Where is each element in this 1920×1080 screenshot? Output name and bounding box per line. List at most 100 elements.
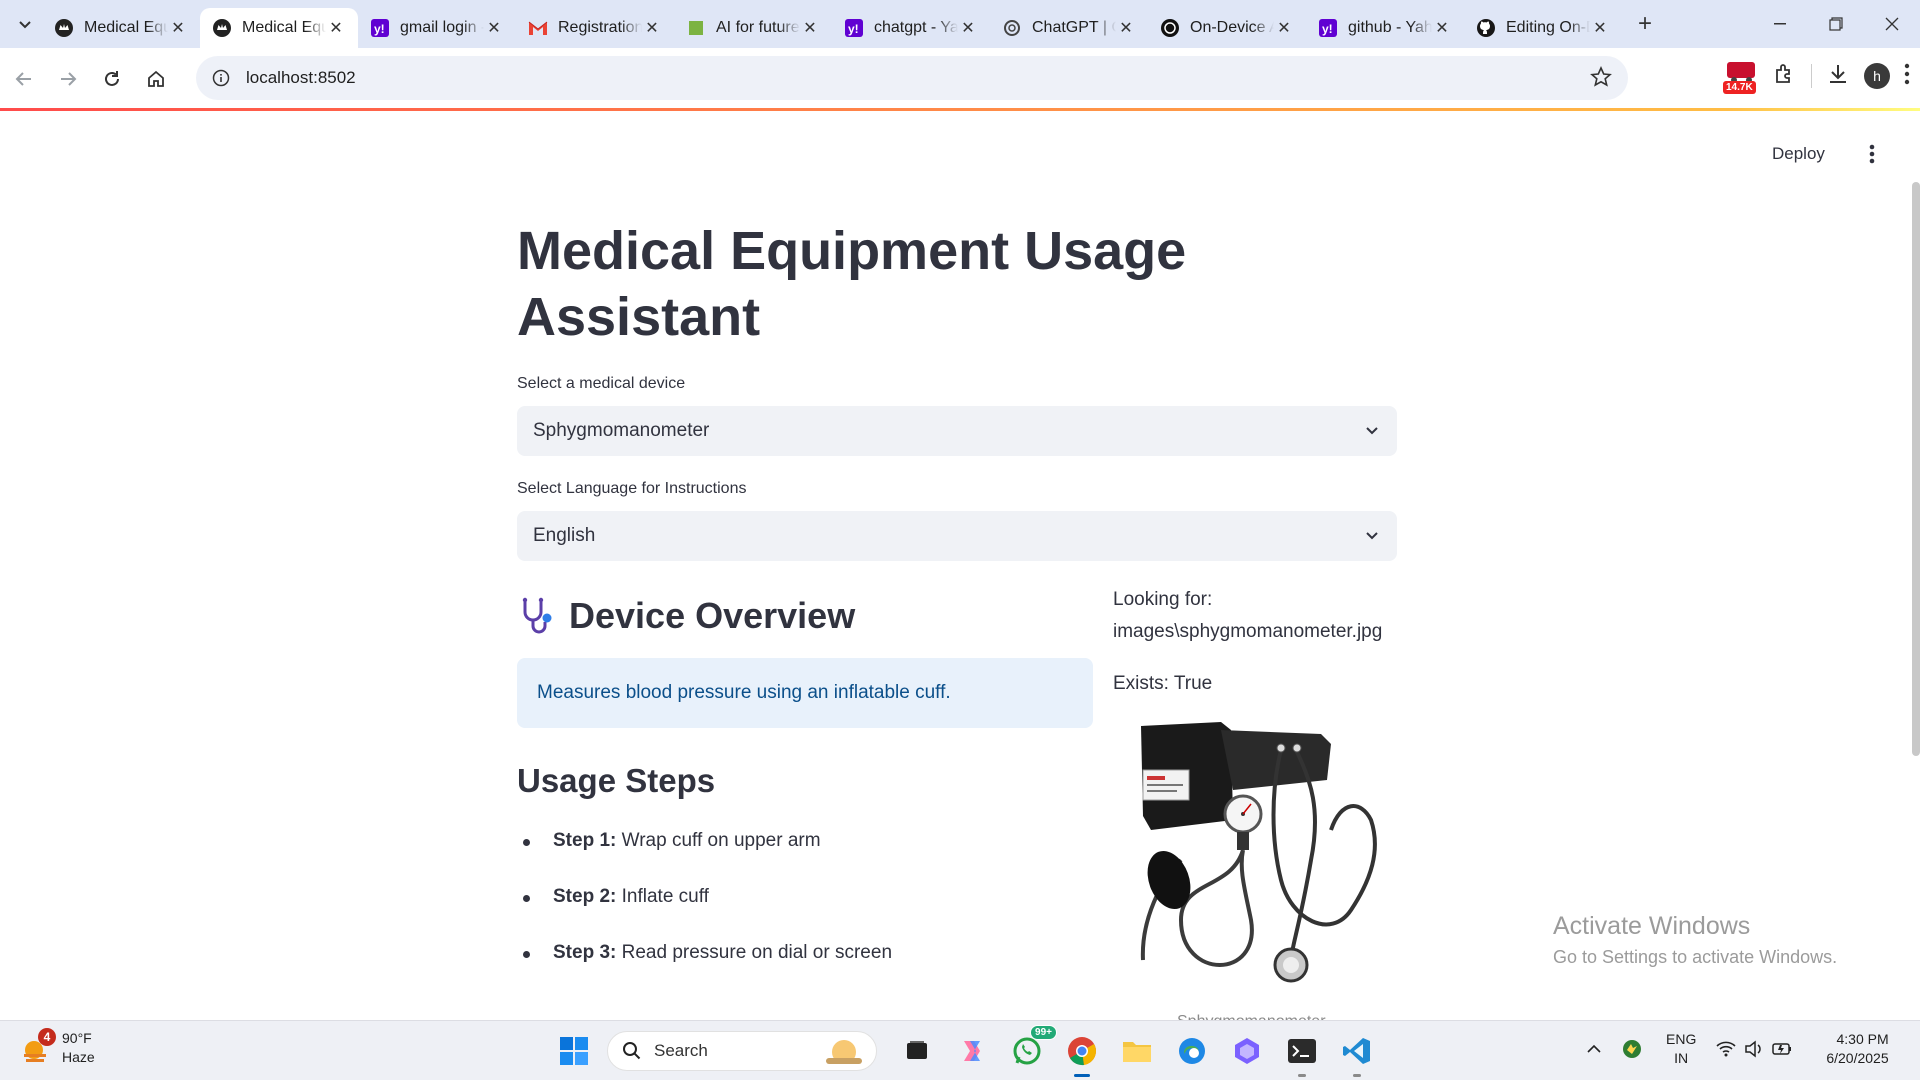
- taskbar-chrome[interactable]: [1060, 1029, 1104, 1077]
- search-highlight-icon: [826, 1040, 862, 1064]
- github-icon: [1476, 18, 1496, 38]
- tab-title: On-Device AI: [1190, 19, 1274, 36]
- close-icon[interactable]: ✕: [800, 18, 820, 38]
- device-select-value: Sphygmomanometer: [533, 420, 710, 441]
- taskbar-edge[interactable]: [1170, 1029, 1214, 1073]
- tab-6[interactable]: ChatGPT | OpenAI ✕: [990, 8, 1148, 48]
- sphygmomanometer-image: [1140, 722, 1377, 983]
- streamlit-crown-icon: [54, 18, 74, 38]
- usage-steps-heading: Usage Steps: [517, 762, 716, 799]
- tab-9[interactable]: Editing On-Device ✕: [1464, 8, 1622, 48]
- reload-button[interactable]: [92, 59, 132, 99]
- volume-icon[interactable]: [1740, 1029, 1768, 1069]
- address-bar[interactable]: localhost:8502: [196, 56, 1628, 100]
- taskbar-vscode[interactable]: [1335, 1029, 1379, 1077]
- looking-for-label: Looking for:: [1113, 589, 1213, 610]
- app-menu-icon[interactable]: [1862, 140, 1882, 168]
- open-indicator: [1298, 1074, 1306, 1077]
- tab-3[interactable]: Registration ✕: [516, 8, 674, 48]
- close-icon[interactable]: ✕: [1432, 18, 1452, 38]
- close-icon[interactable]: ✕: [642, 18, 662, 38]
- tab-7[interactable]: On-Device AI ✕: [1148, 8, 1306, 48]
- search-label: Search: [654, 1041, 708, 1060]
- taskbar-whatsapp[interactable]: 99+: [1005, 1025, 1057, 1073]
- extension-download-counter[interactable]: 14.7K: [1723, 58, 1759, 94]
- extensions-puzzle-icon[interactable]: [1773, 62, 1797, 91]
- reload-icon: [105, 71, 119, 86]
- tab-5[interactable]: y! chatgpt - Yahoo Search ✕: [832, 8, 990, 48]
- wifi-icon[interactable]: [1712, 1029, 1740, 1069]
- back-button[interactable]: [4, 59, 44, 99]
- gmail-icon: [528, 18, 548, 38]
- close-window-button[interactable]: [1864, 0, 1920, 48]
- taskbar-search[interactable]: Search: [607, 1031, 877, 1071]
- minimize-button[interactable]: [1752, 0, 1808, 48]
- tab-title: chatgpt - Yahoo Search: [874, 19, 958, 36]
- list-item: Step 2: Inflate cuff: [517, 886, 892, 942]
- url-text[interactable]: localhost:8502: [246, 68, 356, 88]
- device-select[interactable]: Sphygmomanometer: [517, 406, 1397, 456]
- close-icon[interactable]: ✕: [484, 18, 504, 38]
- tab-2[interactable]: y! gmail login - Yahoo Search ✕: [358, 8, 516, 48]
- tab-0[interactable]: Medical Equipment Usage Assistant ✕: [42, 8, 200, 48]
- toolbar-right: 14.7K h: [1723, 58, 1910, 94]
- close-icon[interactable]: ✕: [958, 18, 978, 38]
- taskbar-file-explorer[interactable]: [1115, 1029, 1159, 1073]
- tray-app[interactable]: [1618, 1029, 1646, 1069]
- forward-button[interactable]: [48, 59, 88, 99]
- exists-status: Exists: True: [1113, 673, 1213, 694]
- close-icon[interactable]: ✕: [1590, 18, 1610, 38]
- step-label: Step 3:: [553, 942, 617, 963]
- tab-title: Editing On-Device: [1506, 19, 1590, 36]
- browser-tab-strip: Medical Equipment Usage Assistant ✕ Medi…: [0, 0, 1920, 48]
- page-scrollbar[interactable]: [1912, 182, 1920, 756]
- close-icon[interactable]: ✕: [326, 18, 346, 38]
- weather-widget[interactable]: 4 90°F Haze: [20, 1028, 95, 1067]
- deploy-button[interactable]: Deploy: [1772, 144, 1825, 164]
- restore-button[interactable]: [1808, 0, 1864, 48]
- overview-heading-text: Device Overview: [569, 595, 856, 636]
- language-select[interactable]: English: [517, 511, 1397, 561]
- clock-date: 6/20/2025: [1826, 1050, 1889, 1066]
- input-language[interactable]: ENG IN: [1666, 1030, 1696, 1068]
- page-title: Medical Equipment Usage Assistant: [517, 221, 1187, 347]
- copilot-icon: [964, 1041, 980, 1061]
- start-button[interactable]: [552, 1029, 596, 1073]
- list-item: Step 1: Wrap cuff on upper arm: [517, 830, 892, 886]
- step-label: Step 2:: [553, 886, 617, 907]
- home-button[interactable]: [136, 59, 176, 99]
- close-icon[interactable]: ✕: [1274, 18, 1294, 38]
- close-icon[interactable]: ✕: [168, 18, 188, 38]
- tab-1-active[interactable]: Medical Equipment Usage Assistant ✕: [200, 8, 358, 48]
- svg-text:y!: y!: [1322, 22, 1333, 36]
- extension-badge: 14.7K: [1723, 81, 1756, 94]
- edge-icon: [1179, 1038, 1205, 1064]
- browser-toolbar: localhost:8502 14.7K h: [0, 48, 1920, 110]
- taskbar-copilot-app[interactable]: [1225, 1029, 1269, 1073]
- chrome-menu-icon[interactable]: [1904, 63, 1910, 90]
- close-icon[interactable]: ✕: [1116, 18, 1136, 38]
- chevron-down-icon: [19, 21, 31, 29]
- weather-alert-badge: 4: [38, 1028, 56, 1046]
- weather-temp: 90°F: [62, 1030, 92, 1046]
- tab-4[interactable]: AI for future ✕: [674, 8, 832, 48]
- tray-overflow-button[interactable]: [1580, 1029, 1608, 1069]
- site-info-icon[interactable]: [210, 67, 232, 89]
- battery-icon[interactable]: [1768, 1029, 1796, 1069]
- taskbar-copilot[interactable]: [950, 1029, 994, 1073]
- download-icon[interactable]: [1826, 62, 1850, 91]
- bookmark-star-icon[interactable]: [1590, 66, 1612, 93]
- chevron-down-icon: [1366, 532, 1378, 540]
- back-arrow-icon: [15, 72, 31, 86]
- taskbar-task-view[interactable]: [895, 1029, 939, 1073]
- taskbar-terminal[interactable]: [1280, 1029, 1324, 1077]
- svg-text:y!: y!: [374, 22, 385, 36]
- clock[interactable]: 4:30 PM 6/20/2025: [1826, 1030, 1888, 1068]
- tab-8[interactable]: y! github - Yahoo Search ✕: [1306, 8, 1464, 48]
- tab-search-button[interactable]: [8, 7, 42, 41]
- stethoscope-icon: [522, 597, 552, 634]
- task-view-icon: [907, 1041, 927, 1059]
- new-tab-button[interactable]: +: [1628, 7, 1662, 41]
- profile-avatar[interactable]: h: [1864, 63, 1890, 89]
- terminal-icon: [1288, 1039, 1316, 1063]
